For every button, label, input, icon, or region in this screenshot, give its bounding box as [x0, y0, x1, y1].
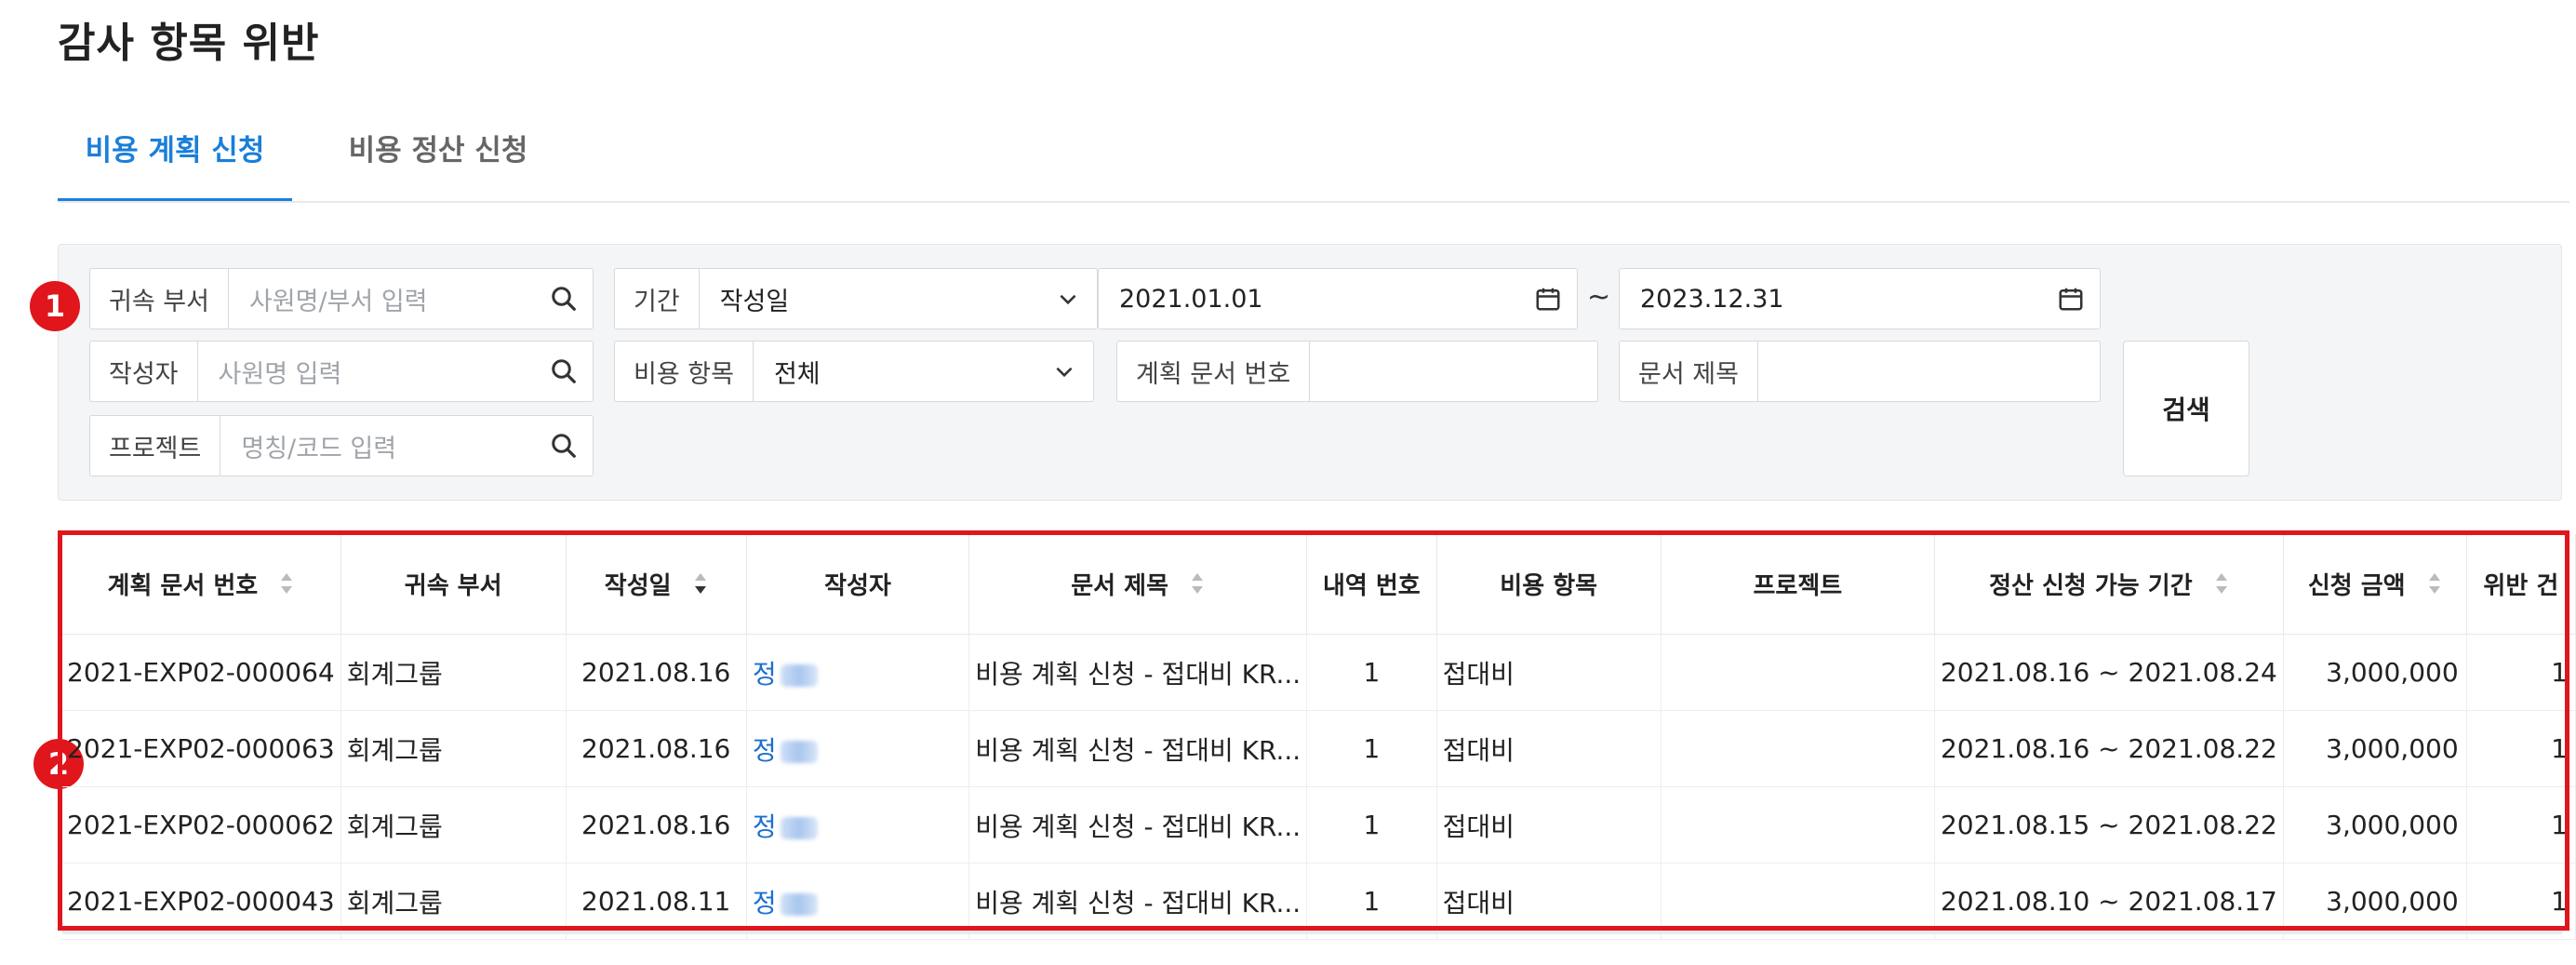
author-input[interactable]: 사원명 입력 [198, 342, 535, 401]
search-icon[interactable] [535, 269, 593, 328]
doc-title-input[interactable] [1758, 342, 2100, 401]
author-filter: 작성자 사원명 입력 [89, 341, 594, 402]
tab-expense-settlement[interactable]: 비용 정산 신청 [316, 128, 560, 203]
period-start-value[interactable]: 2021.01.01 [1099, 269, 1519, 328]
tab-expense-plan[interactable]: 비용 계획 신청 [58, 128, 292, 203]
chevron-down-icon[interactable] [1035, 342, 1093, 401]
period-start-field[interactable]: 2021.01.01 [1098, 268, 1578, 329]
expense-item-filter: 비용 항목 전체 [614, 341, 1094, 402]
doc-title-filter: 문서 제목 [1619, 341, 2101, 402]
expense-item-label: 비용 항목 [615, 342, 754, 401]
period-separator: ~ [1587, 281, 1611, 314]
period-filter: 기간 작성일 [614, 268, 1098, 329]
search-icon[interactable] [535, 416, 593, 476]
period-end-field[interactable]: 2023.12.31 [1619, 268, 2101, 329]
calendar-icon[interactable] [1519, 269, 1577, 328]
department-input[interactable]: 사원명/부서 입력 [229, 269, 535, 328]
plan-doc-no-label: 계획 문서 번호 [1117, 342, 1311, 401]
plan-doc-no-filter: 계획 문서 번호 [1116, 341, 1598, 402]
tabs-divider [58, 201, 2569, 203]
annotation-highlight-box [58, 530, 2569, 931]
project-label: 프로젝트 [90, 416, 221, 476]
project-filter: 프로젝트 명칭/코드 입력 [89, 415, 594, 476]
project-input[interactable]: 명칭/코드 입력 [220, 416, 535, 476]
calendar-icon[interactable] [2042, 269, 2100, 328]
page-title: 감사 항목 위반 [58, 20, 320, 67]
author-label: 작성자 [90, 342, 198, 401]
search-icon[interactable] [535, 342, 593, 401]
department-label: 귀속 부서 [90, 269, 229, 328]
chevron-down-icon[interactable] [1039, 269, 1097, 328]
department-filter: 귀속 부서 사원명/부서 입력 [89, 268, 594, 329]
search-button[interactable]: 검색 [2123, 341, 2249, 476]
plan-doc-no-input[interactable] [1310, 342, 1597, 401]
expense-item-select[interactable]: 전체 [754, 342, 1035, 401]
period-type-select[interactable]: 작성일 [700, 269, 1039, 328]
period-label: 기간 [615, 269, 700, 328]
period-end-value[interactable]: 2023.12.31 [1620, 269, 2042, 328]
doc-title-label: 문서 제목 [1620, 342, 1758, 401]
annotation-badge-1: 1 [30, 281, 80, 331]
